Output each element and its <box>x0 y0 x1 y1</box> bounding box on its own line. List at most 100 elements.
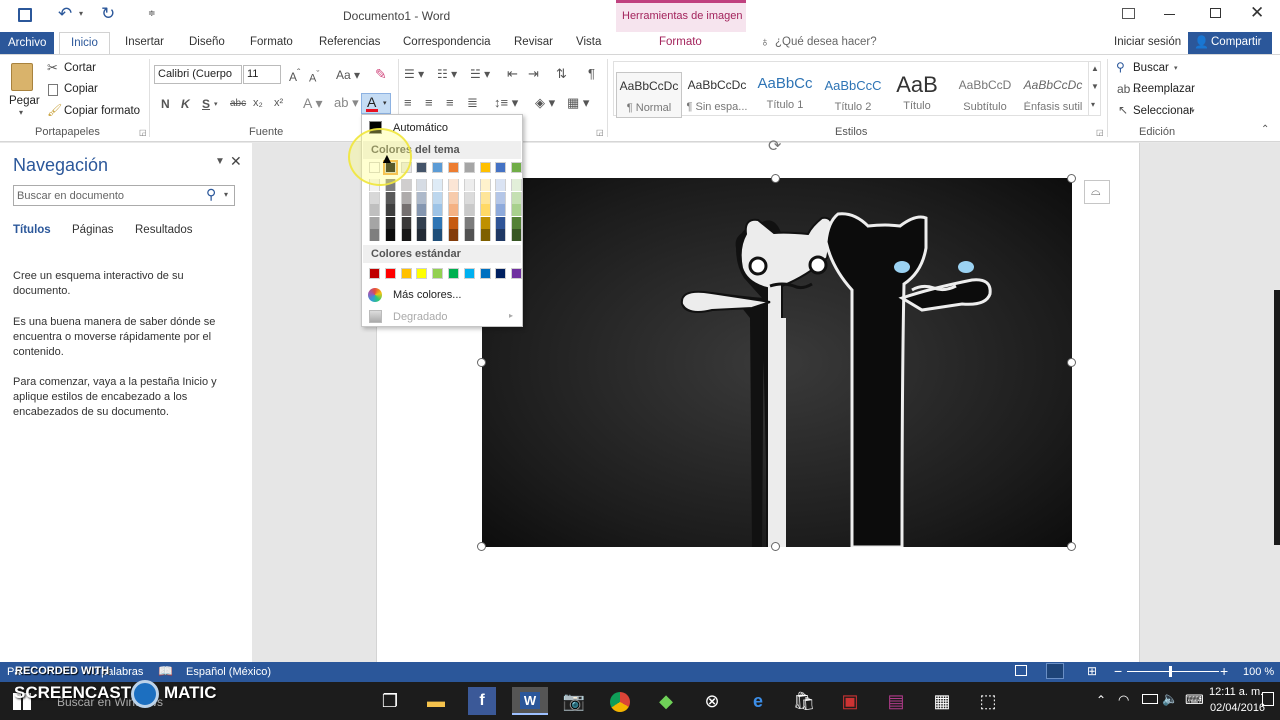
collapse-ribbon-icon[interactable]: ⌃ <box>1261 124 1269 135</box>
styles-scroll[interactable]: ▲ ▼ ▾ <box>1088 62 1100 115</box>
resize-handle-w[interactable] <box>477 358 486 367</box>
theme-color-swatch[interactable] <box>448 162 459 173</box>
web-layout-icon[interactable]: ⊞ <box>1087 664 1097 678</box>
align-left-icon[interactable]: ≡ <box>404 95 412 110</box>
theme-shade-swatch[interactable] <box>416 216 428 229</box>
store-icon[interactable]: 🛍 <box>790 687 818 715</box>
battery-icon[interactable] <box>1142 694 1158 704</box>
find-button[interactable]: Buscar <box>1133 62 1169 74</box>
borders-icon[interactable]: ▦ ▾ <box>567 95 589 111</box>
line-spacing-icon[interactable]: ↕≡ ▾ <box>494 95 518 111</box>
clear-formatting-icon[interactable]: ✎ <box>375 66 387 83</box>
italic-button[interactable]: K <box>181 97 190 111</box>
nav-options-icon[interactable]: ▼ <box>215 156 225 167</box>
theme-shade-swatch[interactable] <box>400 179 412 191</box>
tab-revisar[interactable]: Revisar <box>514 36 553 48</box>
customize-qat-icon[interactable]: ≑ <box>148 8 156 19</box>
tell-me-input[interactable]: ¿Qué desea hacer? <box>775 36 877 48</box>
theme-shade-swatch[interactable] <box>511 191 523 204</box>
dialog-launcher-icon[interactable]: ◲ <box>1096 128 1104 137</box>
theme-shade-swatch[interactable] <box>448 229 459 241</box>
resize-handle-s[interactable] <box>771 542 780 551</box>
tab-correspondencia[interactable]: Correspondencia <box>403 36 491 48</box>
font-size-dropdown[interactable]: 11 <box>243 65 281 84</box>
clock-time[interactable]: 12:11 a. m. <box>1209 686 1263 698</box>
theme-shade-swatch[interactable] <box>463 204 475 216</box>
theme-shade-swatch[interactable] <box>369 229 380 241</box>
proofing-icon[interactable]: 📖 <box>158 664 173 678</box>
more-colors-option[interactable]: Más colores... <box>363 285 521 305</box>
task-view-icon[interactable]: ❐ <box>376 687 404 715</box>
theme-shade-swatch[interactable] <box>416 229 428 241</box>
bold-button[interactable]: N <box>161 97 170 111</box>
theme-shade-swatch[interactable] <box>369 204 380 216</box>
tab-formato[interactable]: Formato <box>250 36 293 48</box>
theme-shade-swatch[interactable] <box>400 229 412 241</box>
zoom-thumb[interactable] <box>1169 666 1172 677</box>
ribbon-display-options-icon[interactable] <box>1122 8 1135 19</box>
theme-shade-swatch[interactable] <box>495 191 507 204</box>
theme-color-swatch[interactable] <box>511 162 523 173</box>
standard-color-swatch[interactable] <box>432 268 444 279</box>
copy-button[interactable]: Copiar <box>64 83 98 95</box>
align-right-icon[interactable]: ≡ <box>446 95 454 110</box>
resize-handle-e[interactable] <box>1067 358 1076 367</box>
file-explorer-icon[interactable]: ▬ <box>422 687 450 715</box>
increase-indent-icon[interactable]: ⇥ <box>528 66 539 82</box>
tab-diseno[interactable]: Diseño <box>189 36 225 48</box>
decrease-indent-icon[interactable]: ⇤ <box>507 66 518 82</box>
style-titulo-2[interactable]: AaBbCcC Título 2 <box>820 72 886 118</box>
sign-in-link[interactable]: Iniciar sesión <box>1114 36 1181 48</box>
theme-shade-swatch[interactable] <box>448 204 459 216</box>
theme-shade-swatch[interactable] <box>511 204 523 216</box>
screen-recorder-icon[interactable]: ⬚ <box>974 687 1002 715</box>
align-center-icon[interactable]: ≡ <box>425 95 433 110</box>
standard-color-swatch[interactable] <box>463 268 475 279</box>
dialog-launcher-icon[interactable]: ◲ <box>596 128 604 137</box>
inserted-picture[interactable] <box>482 178 1072 547</box>
bluestacks-icon[interactable]: ◆ <box>652 687 680 715</box>
theme-shade-swatch[interactable] <box>432 216 444 229</box>
theme-shade-swatch[interactable] <box>416 191 428 204</box>
resize-handle-n[interactable] <box>771 174 780 183</box>
theme-shade-swatch[interactable] <box>463 191 475 204</box>
theme-shade-swatch[interactable] <box>479 191 491 204</box>
rotate-handle-icon[interactable]: ⟳ <box>768 136 781 156</box>
shading-icon[interactable]: ◈ ▾ <box>535 95 555 111</box>
notifications-icon[interactable] <box>1262 692 1274 706</box>
theme-color-swatch[interactable] <box>416 162 428 173</box>
zoom-level[interactable]: 100 % <box>1243 666 1274 678</box>
replace-button[interactable]: Reemplazar <box>1133 83 1195 95</box>
standard-color-swatch[interactable] <box>369 268 380 279</box>
calculator-icon[interactable]: ▦ <box>928 687 956 715</box>
theme-shade-swatch[interactable] <box>479 216 491 229</box>
undo-dropdown-icon[interactable]: ▾ <box>79 9 83 18</box>
theme-shade-swatch[interactable] <box>432 191 444 204</box>
tab-vista[interactable]: Vista <box>576 36 601 48</box>
font-name-dropdown[interactable]: Calibri (Cuerpo <box>154 65 242 84</box>
standard-color-swatch[interactable] <box>448 268 459 279</box>
highlight-icon[interactable]: ab ▾ <box>334 95 359 111</box>
underline-dropdown-icon[interactable]: ▾ <box>214 100 218 108</box>
more-icon[interactable]: ▾ <box>1091 100 1095 109</box>
theme-shade-swatch[interactable] <box>432 179 444 191</box>
shrink-font-icon[interactable]: Aˇ <box>309 69 319 85</box>
theme-shade-swatch[interactable] <box>463 229 475 241</box>
theme-shade-swatch[interactable] <box>369 191 380 204</box>
theme-shade-swatch[interactable] <box>384 204 396 216</box>
theme-shade-swatch[interactable] <box>448 179 459 191</box>
wifi-icon[interactable]: ◠ <box>1118 692 1129 708</box>
facebook-icon[interactable]: f <box>468 687 496 715</box>
style-normal[interactable]: AaBbCcDc ¶ Normal <box>616 72 682 118</box>
justify-icon[interactable]: ≣ <box>467 95 478 111</box>
edge-icon[interactable]: e <box>744 687 772 715</box>
theme-shade-swatch[interactable] <box>416 204 428 216</box>
theme-shade-swatch[interactable] <box>479 179 491 191</box>
search-document-input[interactable]: Buscar en documento ⚲ ▾ <box>13 185 235 206</box>
game-app-icon[interactable]: ▣ <box>836 687 864 715</box>
close-icon[interactable]: ✕ <box>1250 3 1264 23</box>
nav-close-icon[interactable]: ✕ <box>230 153 242 170</box>
tab-referencias[interactable]: Referencias <box>319 36 380 48</box>
theme-shade-swatch[interactable] <box>400 204 412 216</box>
theme-shade-swatch[interactable] <box>369 216 380 229</box>
